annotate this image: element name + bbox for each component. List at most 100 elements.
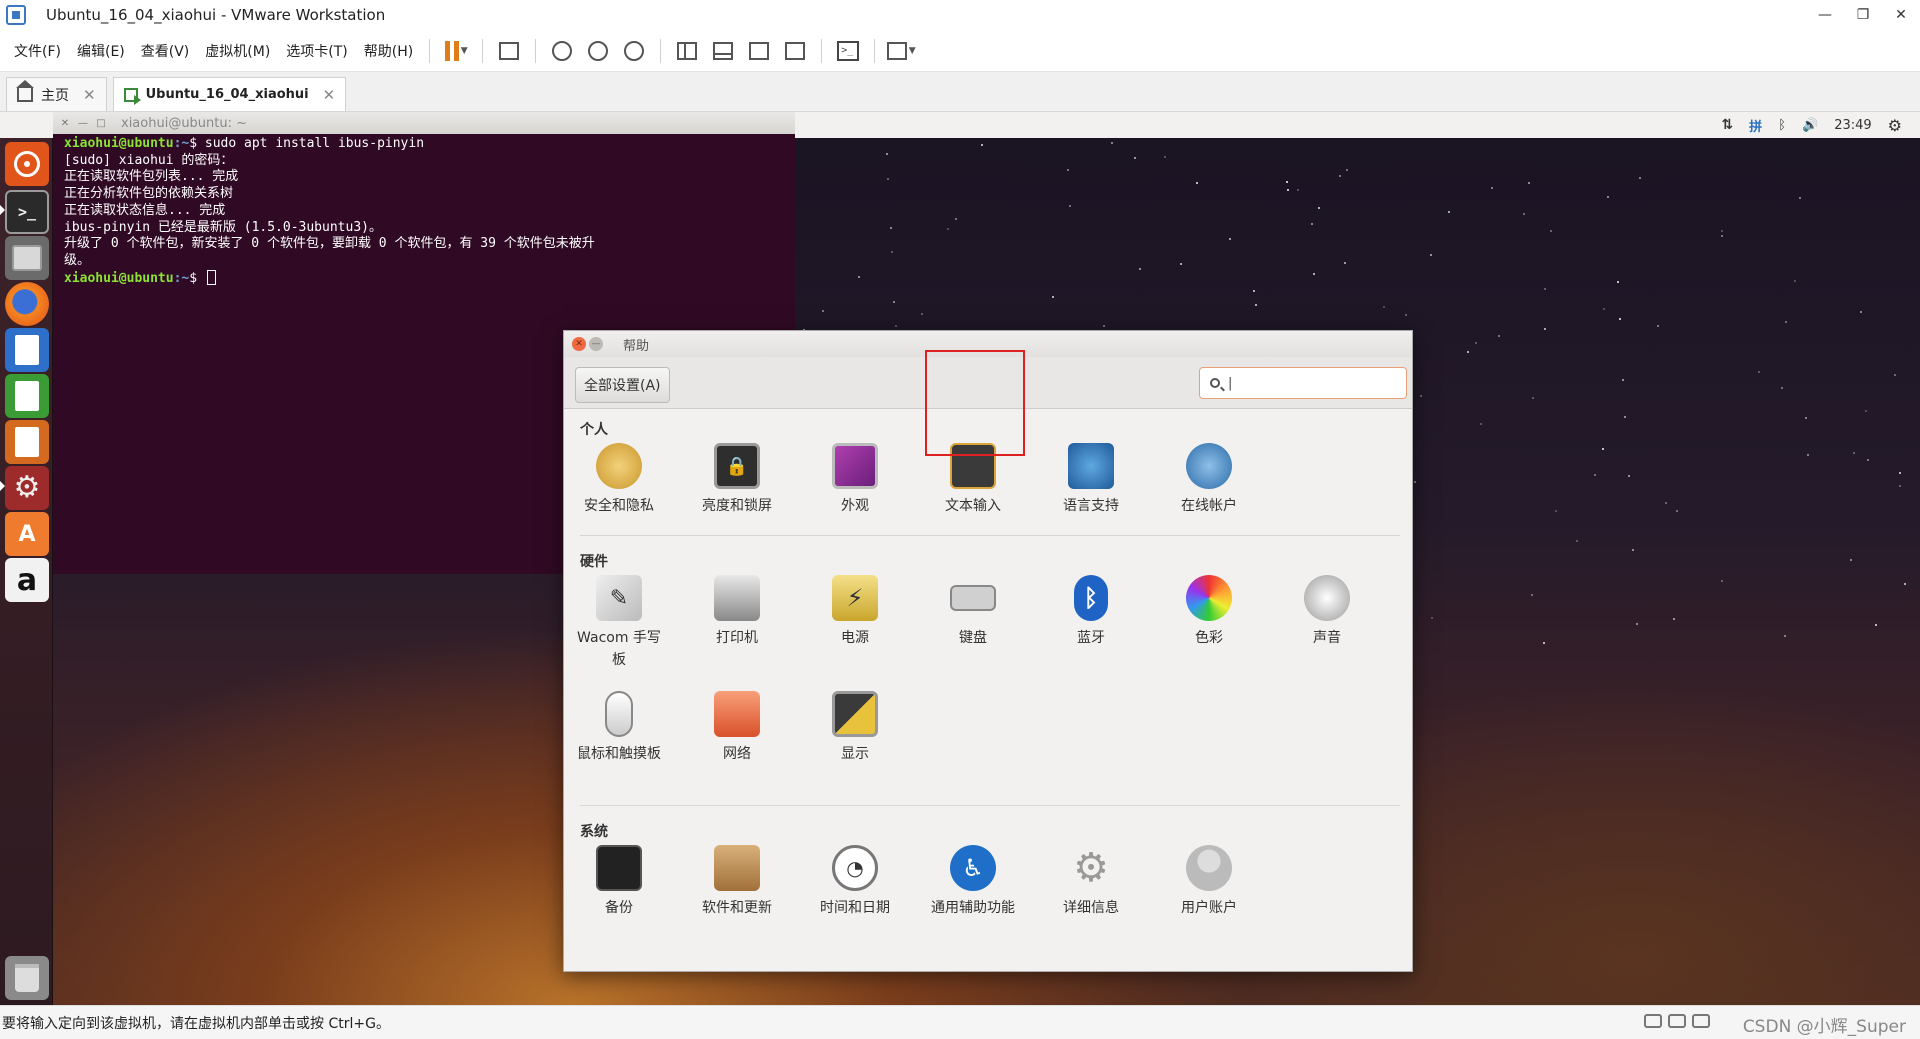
terminal-title: xiaohui@ubuntu: ~ — [121, 115, 248, 131]
star — [889, 226, 892, 229]
stretch-guest-button[interactable]: ▼ — [886, 36, 916, 66]
setting-universal-access[interactable]: ♿ 通用辅助功能 — [918, 845, 1028, 919]
bluetooth-icon[interactable]: ᛒ — [1778, 118, 1786, 133]
files-launcher[interactable] — [5, 236, 49, 280]
safe-icon — [596, 845, 642, 891]
star — [1635, 622, 1638, 625]
software-center-launcher[interactable]: A — [5, 512, 49, 556]
show-library-button[interactable] — [672, 36, 702, 66]
terminal-maximize-button[interactable]: □ — [95, 117, 107, 129]
terminal-output[interactable]: xiaohui@ubuntu:~$ sudo apt install ibus-… — [64, 136, 784, 287]
files-icon — [12, 245, 42, 271]
menu-edit[interactable]: 编辑(E) — [69, 41, 133, 61]
tab-home[interactable]: 主页 ✕ — [6, 77, 107, 111]
setting-keyboard[interactable]: 键盘 — [918, 575, 1028, 649]
setting-brightness-lock[interactable]: 🔒 亮度和锁屏 — [682, 443, 792, 517]
dash-home-button[interactable] — [5, 142, 49, 186]
setting-appearance[interactable]: 外观 — [800, 443, 910, 517]
star — [1549, 229, 1552, 232]
window-controls: — ❐ ✕ — [1806, 0, 1920, 30]
thumbnail-bar-button[interactable] — [708, 36, 738, 66]
setting-software-updates[interactable]: 软件和更新 — [682, 845, 792, 919]
star — [920, 312, 923, 315]
setting-time-date[interactable]: ◔ 时间和日期 — [800, 845, 910, 919]
tab-ubuntu-vm-close-icon[interactable]: ✕ — [323, 86, 336, 104]
network-status-icon[interactable] — [1692, 1014, 1710, 1028]
pause-button[interactable]: ▼ — [441, 36, 471, 66]
prompt-symbol: $ — [189, 270, 198, 286]
menu-vm[interactable]: 虚拟机(M) — [197, 41, 278, 61]
network-icon[interactable]: ⇅ — [1721, 117, 1733, 133]
setting-mouse-touchpad[interactable]: 鼠标和触摸板 — [564, 691, 674, 765]
tab-ubuntu-vm-label: Ubuntu_16_04_xiaohui — [145, 87, 309, 102]
setting-power[interactable]: ⚡ 电源 — [800, 575, 910, 649]
setting-displays[interactable]: 显示 — [800, 691, 910, 765]
impress-launcher[interactable] — [5, 420, 49, 464]
volume-icon[interactable]: 🔊 — [1802, 118, 1818, 133]
calc-launcher[interactable] — [5, 374, 49, 418]
console-view-button[interactable]: >_ — [833, 36, 863, 66]
hdd-status-icon[interactable] — [1644, 1014, 1662, 1028]
unity-button[interactable] — [780, 36, 810, 66]
fullscreen-button[interactable] — [744, 36, 774, 66]
setting-sound[interactable]: 声音 — [1272, 575, 1382, 649]
tab-home-close-icon[interactable]: ✕ — [83, 86, 96, 104]
snapshot-manager-button[interactable] — [619, 36, 649, 66]
star — [1606, 195, 1609, 198]
snapshot-icon — [552, 40, 573, 61]
tab-ubuntu-vm[interactable]: Ubuntu_16_04_xiaohui ✕ — [112, 77, 347, 111]
menu-help[interactable]: 帮助(H) — [356, 41, 421, 61]
minimize-button[interactable]: — — [1806, 0, 1844, 30]
settings-close-button[interactable]: ✕ — [572, 337, 586, 351]
setting-backups[interactable]: 备份 — [564, 845, 674, 919]
setting-color[interactable]: 色彩 — [1154, 575, 1264, 649]
menu-view[interactable]: 查看(V) — [133, 41, 198, 61]
section-divider — [580, 535, 1400, 536]
section-divider — [580, 805, 1400, 806]
software-box-icon — [714, 845, 760, 891]
settings-minimize-button[interactable]: — — [589, 337, 603, 351]
star — [1631, 548, 1634, 551]
terminal-close-button[interactable]: ✕ — [59, 117, 71, 129]
terminal-launcher[interactable]: >_ — [5, 190, 49, 234]
setting-network[interactable]: 网络 — [682, 691, 792, 765]
clock[interactable]: 23:49 — [1834, 118, 1871, 133]
setting-online-accounts[interactable]: 在线帐户 — [1154, 443, 1264, 517]
send-ctrl-alt-del-button[interactable] — [494, 36, 524, 66]
trash-launcher[interactable] — [5, 956, 49, 1000]
star — [1618, 317, 1621, 320]
setting-label: 键盘 — [959, 630, 987, 646]
session-gear-icon[interactable]: ⚙ — [1888, 116, 1902, 135]
writer-launcher[interactable] — [5, 328, 49, 372]
setting-bluetooth[interactable]: ᛒ 蓝牙 — [1036, 575, 1146, 649]
terminal-minimize-button[interactable]: — — [77, 117, 89, 129]
restore-button[interactable]: ❐ — [1844, 0, 1882, 30]
menu-file[interactable]: 文件(F) — [6, 41, 69, 61]
setting-label: 语言支持 — [1063, 498, 1119, 514]
close-button[interactable]: ✕ — [1882, 0, 1920, 30]
revert-icon — [588, 40, 609, 61]
menu-tabs[interactable]: 选项卡(T) — [278, 41, 355, 61]
keyboard-send-icon — [499, 41, 520, 60]
color-wheel-icon — [1186, 575, 1232, 621]
setting-wacom-tablet[interactable]: ✎ Wacom 手写板 — [564, 575, 674, 671]
csdn-watermark: CSDN @小辉_Super — [1742, 1017, 1906, 1037]
star — [1807, 453, 1810, 456]
appearance-icon — [832, 443, 878, 489]
system-settings-launcher[interactable]: ⚙ — [5, 466, 49, 510]
setting-security-privacy[interactable]: 安全和隐私 — [564, 443, 674, 517]
settings-search-input[interactable]: | — [1199, 367, 1407, 399]
setting-language-support[interactable]: 语言支持 — [1036, 443, 1146, 517]
ubuntu-desktop[interactable]: ⇅ 拼 ᛒ 🔊 23:49 ⚙ >_ ⚙ A a ✕ — □ xiaohui@u… — [0, 112, 1920, 1005]
firefox-launcher[interactable] — [5, 282, 49, 326]
setting-user-accounts[interactable]: 用户账户 — [1154, 845, 1264, 919]
keyboard-icon — [950, 585, 996, 611]
amazon-launcher[interactable]: a — [5, 558, 49, 602]
snapshot-button[interactable] — [547, 36, 577, 66]
revert-snapshot-button[interactable] — [583, 36, 613, 66]
cd-status-icon[interactable] — [1668, 1014, 1686, 1028]
input-method-icon[interactable]: 拼 — [1749, 116, 1762, 135]
setting-details[interactable]: ⚙ 详细信息 — [1036, 845, 1146, 919]
all-settings-button[interactable]: 全部设置(A) — [575, 367, 670, 403]
setting-printers[interactable]: 打印机 — [682, 575, 792, 649]
